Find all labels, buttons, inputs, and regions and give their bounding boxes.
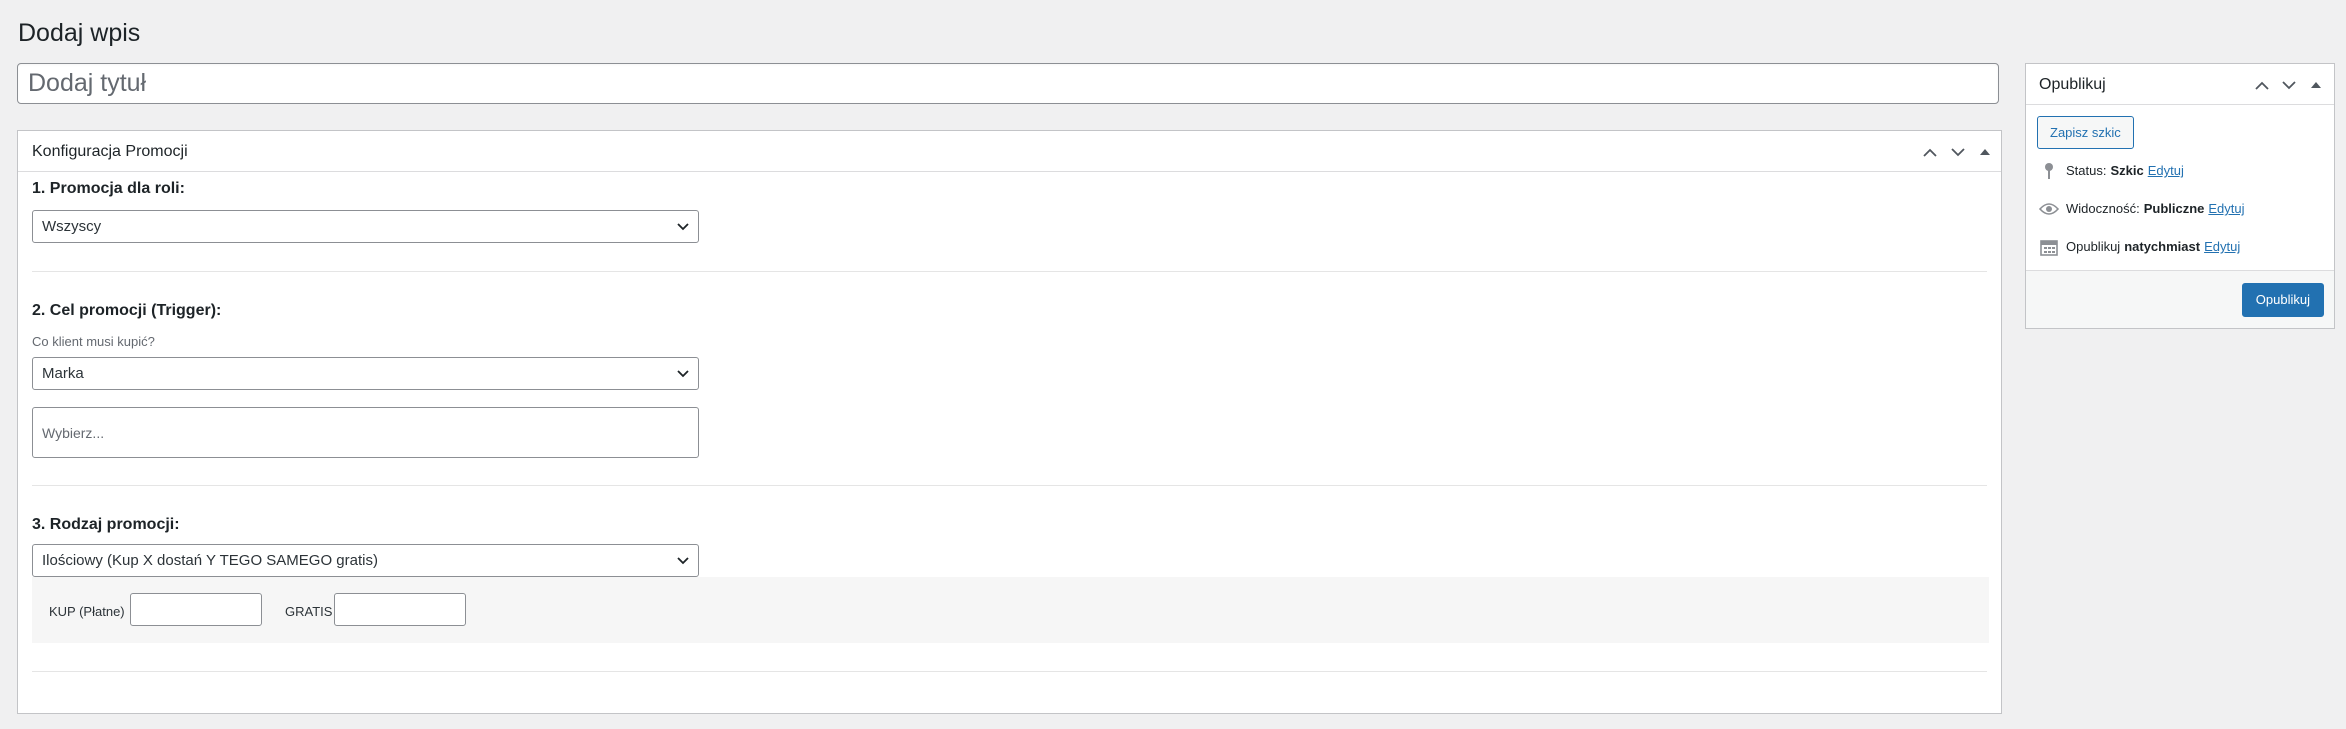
visibility-row: Widoczność: Publiczne Edytuj [2039,200,2245,218]
chevron-down-icon[interactable] [2280,76,2298,94]
edit-status-link[interactable]: Edytuj [2148,162,2184,180]
visibility-value: Publiczne [2143,201,2205,216]
status-label: Status: [2066,163,2107,178]
trigger-select-value: Marka [42,365,84,382]
chevron-down-icon[interactable] [1949,143,1967,161]
promo-type-select-value: Ilościowy (Kup X dostań Y TEGO SAMEGO gr… [42,552,378,569]
toggle-panel-icon[interactable] [1976,143,1994,161]
status-value: Szkic [2110,163,2144,178]
chevron-down-icon [677,557,689,565]
chevron-up-icon[interactable] [1921,143,1939,161]
edit-visibility-link[interactable]: Edytuj [2208,200,2244,218]
trigger-description: Co klient musi kupić? [32,334,155,349]
section-divider [32,271,1987,272]
trigger-select[interactable]: Marka [32,357,699,390]
pin-icon [2039,162,2059,180]
promo-type-select[interactable]: Ilościowy (Kup X dostań Y TEGO SAMEGO gr… [32,544,699,577]
page-title: Dodaj wpis [18,19,141,47]
free-quantity-input[interactable] [334,593,466,626]
quantity-settings-panel: KUP (Płatne) GRATIS [32,577,1989,643]
role-select[interactable]: Wszyscy [32,210,699,243]
publish-metabox-title: Opublikuj [2039,76,2106,93]
schedule-label: Opublikuj [2066,239,2121,254]
chevron-down-icon [677,223,689,231]
eye-icon [2039,200,2059,218]
status-row: Status: Szkic Edytuj [2039,162,2184,180]
buy-quantity-input[interactable] [130,593,262,626]
section-divider [32,671,1987,672]
trigger-section-label: 2. Cel promocji (Trigger): [32,302,222,319]
buy-quantity-label: KUP (Płatne) [49,604,125,619]
edit-schedule-link[interactable]: Edytuj [2204,238,2240,256]
section-divider [32,485,1987,486]
promo-metabox-header: Konfiguracja Promocji [18,131,2001,172]
toggle-panel-icon[interactable] [2307,76,2325,94]
post-title-input[interactable] [17,63,1999,104]
trigger-picker-input[interactable] [32,407,699,458]
role-select-value: Wszyscy [42,218,102,235]
save-draft-button[interactable]: Zapisz szkic [2037,116,2134,149]
free-quantity-label: GRATIS [285,604,333,619]
schedule-row: Opublikuj natychmiast Edytuj [2039,238,2240,256]
role-section-label: 1. Promocja dla roli: [32,180,185,197]
promo-type-section-label: 3. Rodzaj promocji: [32,516,180,533]
chevron-down-icon [677,370,689,378]
publish-actions: Opublikuj [2026,270,2334,328]
schedule-value: natychmiast [2124,239,2201,254]
chevron-up-icon[interactable] [2253,76,2271,94]
promo-config-metabox: Konfiguracja Promocji 1. Promocja dla ro… [17,130,2002,714]
publish-metabox: Opublikuj Zapisz szkic Status: Szkic Edy… [2025,63,2335,329]
calendar-icon [2039,238,2059,256]
visibility-label: Widoczność: [2066,201,2140,216]
promo-metabox-title: Konfiguracja Promocji [32,143,188,160]
publish-metabox-header: Opublikuj [2026,64,2334,105]
publish-button[interactable]: Opublikuj [2241,283,2324,317]
